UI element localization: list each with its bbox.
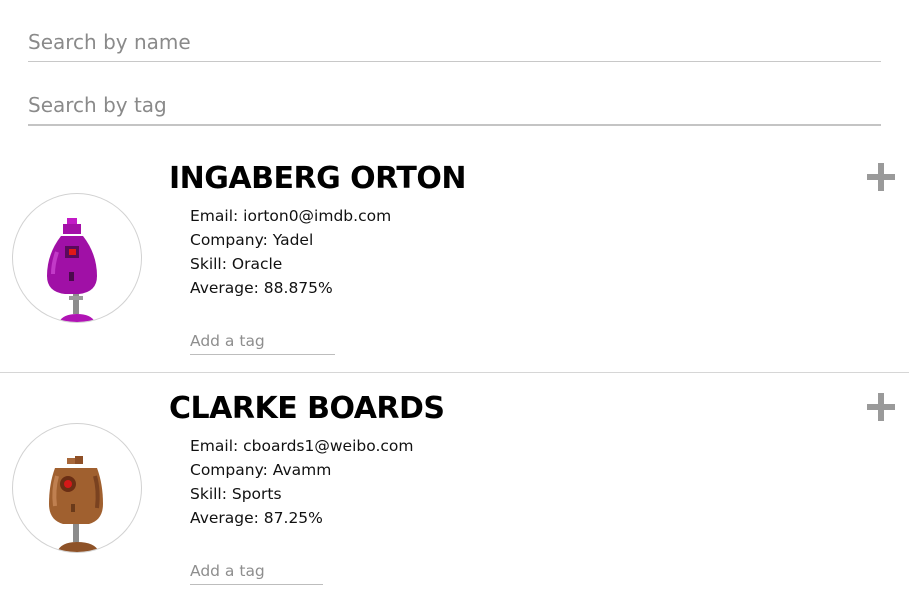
student-average: Average: 87.25%: [190, 509, 323, 527]
student-average: Average: 88.875%: [190, 279, 333, 297]
student-skill: Skill: Sports: [190, 485, 282, 503]
student-details: Email: cboards1@weibo.com Company: Avamm…: [190, 434, 413, 530]
student-name: CLARKE BOARDS: [169, 391, 445, 426]
student-company: Company: Yadel: [190, 231, 314, 249]
robot-purple-icon: [47, 218, 97, 322]
avatar: [12, 193, 142, 323]
search-by-tag-input[interactable]: [28, 86, 881, 126]
expand-button[interactable]: [864, 160, 898, 194]
student-email: Email: cboards1@weibo.com: [190, 437, 414, 455]
avatar: [12, 423, 142, 553]
student-card: CLARKE BOARDS Email: cboards1@weibo.com …: [0, 372, 909, 602]
student-email: Email: iorton0@imdb.com: [190, 207, 392, 225]
add-tag-input[interactable]: [190, 557, 323, 585]
student-company: Company: Avamm: [190, 461, 332, 479]
student-skill: Skill: Oracle: [190, 255, 283, 273]
student-name: INGABERG ORTON: [169, 161, 466, 196]
robot-brown-icon: [49, 456, 103, 552]
expand-button[interactable]: [864, 390, 898, 424]
add-tag-input[interactable]: [190, 327, 335, 355]
search-by-name-input[interactable]: [28, 22, 881, 62]
student-details: Email: iorton0@imdb.com Company: Yadel S…: [190, 204, 391, 300]
student-card: INGABERG ORTON Email: iorton0@imdb.com C…: [0, 142, 909, 372]
